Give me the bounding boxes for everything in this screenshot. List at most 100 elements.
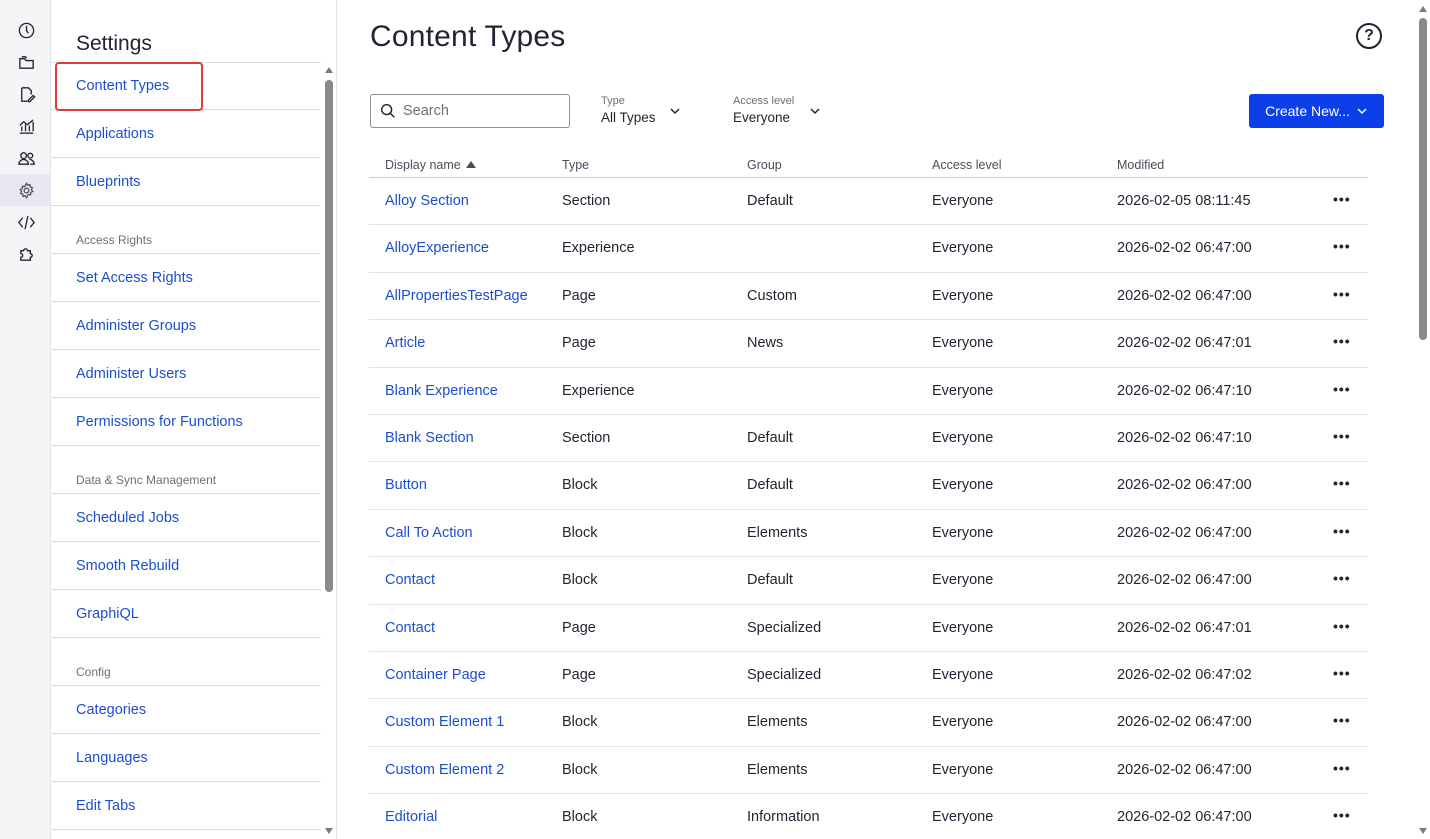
row-modified: 2026-02-02 06:47:00 [1117, 524, 1252, 541]
access-filter-value: Everyone [733, 110, 791, 125]
row-display-name[interactable]: Alloy Section [385, 193, 469, 209]
nav-item-edit-tabs[interactable]: Edit Tabs [51, 782, 321, 830]
scroll-up-arrow[interactable] [325, 67, 333, 73]
edit-icon[interactable] [16, 84, 36, 104]
table-header: Display name Type Group Access level Mod… [369, 150, 1368, 178]
users-icon[interactable] [16, 148, 36, 168]
nav-item-languages[interactable]: Languages [51, 734, 321, 782]
nav-item-scheduled-jobs[interactable]: Scheduled Jobs [51, 494, 321, 542]
more-actions-icon[interactable]: ••• [1333, 238, 1351, 254]
type-filter[interactable]: Type All Types [601, 95, 680, 125]
scroll-down-arrow[interactable] [325, 828, 333, 834]
row-type: Experience [562, 240, 635, 257]
row-access-level: Everyone [932, 761, 994, 778]
code-icon[interactable] [16, 212, 36, 232]
nav-item-graphiql[interactable]: GraphiQL [51, 590, 321, 638]
column-header-modified[interactable]: Modified [1117, 158, 1164, 172]
gear-icon[interactable] [16, 180, 36, 200]
row-modified: 2026-02-02 06:47:00 [1117, 714, 1252, 731]
panel-scrollbar[interactable] [325, 80, 333, 592]
row-modified: 2026-02-02 06:47:00 [1117, 761, 1252, 778]
scroll-up-arrow[interactable] [1419, 6, 1427, 12]
more-actions-icon[interactable]: ••• [1333, 286, 1351, 302]
nav-item-set-access-rights[interactable]: Set Access Rights [51, 254, 321, 302]
row-modified: 2026-02-02 06:47:10 [1117, 382, 1252, 399]
row-modified: 2026-02-02 06:47:00 [1117, 477, 1252, 494]
more-actions-icon[interactable]: ••• [1333, 618, 1351, 634]
row-modified: 2026-02-05 08:11:45 [1117, 193, 1251, 209]
more-actions-icon[interactable]: ••• [1333, 712, 1351, 728]
table-row: AlloyExperience Experience Everyone 2026-02… [369, 225, 1368, 273]
dashboard-icon[interactable] [16, 20, 36, 40]
row-display-name[interactable]: Blank Experience [385, 383, 498, 399]
more-actions-icon[interactable]: ••• [1333, 381, 1351, 397]
row-display-name[interactable]: Custom Element 2 [385, 762, 504, 778]
row-display-name[interactable]: AlloyExperience [385, 240, 489, 256]
more-actions-icon[interactable]: ••• [1333, 760, 1351, 776]
column-header-display-name[interactable]: Display name [385, 158, 476, 172]
more-actions-icon[interactable]: ••• [1333, 665, 1351, 681]
row-display-name[interactable]: Editorial [385, 809, 437, 825]
help-icon[interactable]: ? [1356, 23, 1382, 49]
table-row: Custom Element 2 Block Elements Everyone 202… [369, 747, 1368, 795]
row-group: Default [747, 193, 793, 209]
nav-item-blueprints[interactable]: Blueprints [51, 158, 321, 206]
row-display-name[interactable]: AllPropertiesTestPage [385, 288, 528, 304]
row-access-level: Everyone [932, 287, 994, 304]
nav-item-administer-groups[interactable]: Administer Groups [51, 302, 321, 350]
more-actions-icon[interactable]: ••• [1333, 570, 1351, 586]
row-display-name[interactable]: Article [385, 335, 425, 351]
row-access-level: Everyone [932, 193, 994, 209]
table-row: Contact Page Specialized Everyone 2026-02-02… [369, 605, 1368, 652]
row-display-name[interactable]: Blank Section [385, 430, 474, 446]
table-row: Call To Action Block Elements Everyone 2026-… [369, 510, 1368, 558]
analytics-icon[interactable] [16, 116, 36, 136]
folders-icon[interactable] [16, 52, 36, 72]
more-actions-icon[interactable]: ••• [1333, 475, 1351, 491]
row-display-name[interactable]: Contact [385, 620, 435, 636]
nav-item-categories[interactable]: Categories [51, 686, 321, 734]
row-display-name[interactable]: Custom Element 1 [385, 714, 504, 730]
row-group: Elements [747, 714, 808, 731]
more-actions-icon[interactable]: ••• [1333, 333, 1351, 349]
row-display-name[interactable]: Call To Action [385, 525, 473, 541]
row-access-level: Everyone [932, 714, 994, 731]
row-display-name[interactable]: Contact [385, 572, 435, 588]
more-actions-icon[interactable]: ••• [1333, 428, 1351, 444]
search-input[interactable] [403, 103, 563, 119]
nav-item-permissions-for-functions[interactable]: Permissions for Functions [51, 398, 321, 446]
more-actions-icon[interactable]: ••• [1333, 523, 1351, 539]
page-scrollbar[interactable] [1419, 18, 1427, 340]
row-modified: 2026-02-02 06:47:00 [1117, 809, 1252, 826]
type-filter-value: All Types [601, 110, 656, 125]
nav-item-content-types[interactable]: Content Types [51, 62, 321, 110]
row-type: Block [562, 714, 598, 731]
settings-panel: Settings Content Types Applications Blue… [51, 0, 337, 839]
row-display-name[interactable]: Button [385, 477, 427, 493]
row-group: Elements [747, 761, 808, 778]
row-access-level: Everyone [932, 477, 994, 494]
access-level-filter[interactable]: Access level Everyone [733, 95, 820, 125]
column-header-group[interactable]: Group [747, 158, 782, 172]
row-group: Default [747, 477, 793, 494]
nav-item-smooth-rebuild[interactable]: Smooth Rebuild [51, 542, 321, 590]
column-label: Display name [385, 158, 461, 172]
table-row: Alloy Section Section Default Everyone 2026-… [369, 178, 1368, 226]
page-title: Content Types [370, 20, 566, 53]
create-new-button[interactable]: Create New... [1249, 94, 1384, 128]
settings-title: Settings [76, 32, 152, 55]
table-row: Container Page Page Specialized Everyone 202… [369, 652, 1368, 700]
nav-item-applications[interactable]: Applications [51, 110, 321, 158]
row-display-name[interactable]: Container Page [385, 667, 486, 683]
table-row: Custom Element 1 Block Elements Everyone 202… [369, 699, 1368, 747]
puzzle-icon[interactable] [16, 244, 36, 264]
more-actions-icon[interactable]: ••• [1333, 807, 1351, 823]
search-field[interactable] [370, 94, 570, 128]
row-type: Block [562, 809, 598, 826]
more-actions-icon[interactable]: ••• [1333, 191, 1351, 207]
row-type: Section [562, 429, 611, 446]
column-header-type[interactable]: Type [562, 158, 589, 172]
scroll-down-arrow[interactable] [1419, 828, 1427, 834]
column-header-access-level[interactable]: Access level [932, 158, 1001, 172]
nav-item-administer-users[interactable]: Administer Users [51, 350, 321, 398]
